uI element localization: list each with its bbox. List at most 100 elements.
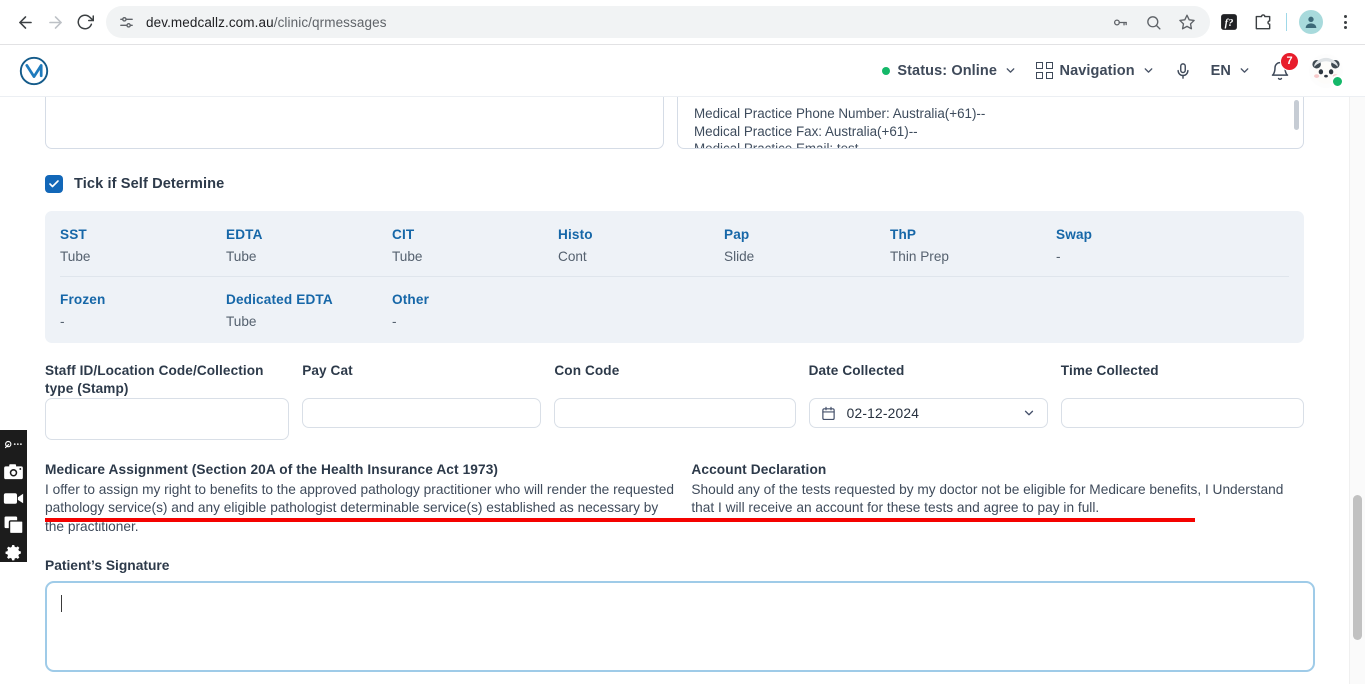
gear-icon[interactable]: [3, 542, 25, 562]
chevron-down-icon: [1238, 64, 1251, 77]
site-settings-icon[interactable]: [118, 14, 135, 31]
chevron-down-icon: [1142, 64, 1155, 77]
medicare-assignment-title: Medicare Assignment (Section 20A of the …: [45, 462, 499, 477]
practice-email-line: Medical Practice Email: test: [693, 141, 859, 149]
zoom-search-icon[interactable]: [1145, 14, 1162, 31]
collection-fields-row: Staff ID/Location Code/Collection type (…: [45, 362, 1304, 440]
page-content: Medical Practice Phone Number: Australia…: [0, 97, 1349, 684]
browser-toolbar: dev.medcallz.com.au/clinic/qrmessages f?: [0, 0, 1365, 45]
specimen-row: SST Tube EDTA Tube CIT Tube Histo Cont P…: [60, 227, 1289, 264]
medicare-assignment-block: Medicare Assignment (Section 20A of the …: [45, 462, 677, 536]
specimen-cell-dedicated-edta: Dedicated EDTA Tube: [226, 292, 392, 329]
time-collected-label: Time Collected: [1060, 363, 1159, 378]
specimen-key: SST: [60, 227, 87, 242]
bookmark-star-icon[interactable]: [1178, 13, 1196, 31]
avatar-online-indicator: [1331, 74, 1344, 88]
notifications-button[interactable]: 7: [1270, 51, 1299, 81]
staff-id-input[interactable]: [45, 398, 290, 440]
specimen-value: -: [392, 314, 397, 329]
browser-reload-button[interactable]: [70, 7, 100, 37]
fn-extension-icon[interactable]: f?: [1218, 11, 1240, 33]
specimen-row: Frozen - Dedicated EDTA Tube Other -: [60, 276, 1289, 329]
chevron-down-icon[interactable]: [1022, 406, 1036, 420]
patient-signature-input[interactable]: [45, 581, 1315, 673]
text-cursor: [61, 595, 62, 613]
time-collected-input[interactable]: [1060, 398, 1304, 428]
grid-apps-icon: [1036, 62, 1053, 79]
browser-back-button[interactable]: [10, 7, 40, 37]
self-determine-label: Tick if Self Determine: [74, 176, 225, 192]
con-code-input[interactable]: [554, 398, 796, 428]
specimen-value: Tube: [392, 249, 423, 264]
toolbar-divider: [1286, 13, 1287, 31]
language-selector[interactable]: EN: [1211, 63, 1251, 79]
panel-scrollbar-thumb[interactable]: [1294, 100, 1299, 130]
specimen-key: Histo: [558, 227, 593, 242]
specimen-cell-histo: Histo Cont: [558, 227, 724, 264]
microphone-icon[interactable]: [1174, 62, 1192, 80]
medcallz-logo-icon[interactable]: [18, 55, 50, 87]
browser-menu-icon[interactable]: [1335, 15, 1355, 29]
practice-fax-line: Medical Practice Fax: Australia(+61)--: [693, 123, 918, 139]
date-collected-input[interactable]: 02-12-2024: [808, 398, 1048, 428]
specimen-key: CIT: [392, 227, 415, 242]
specimen-cell-swap: Swap -: [1056, 227, 1222, 264]
specimen-value: -: [60, 314, 65, 329]
notification-badge: 7: [1280, 51, 1299, 71]
pay-cat-input[interactable]: [302, 398, 542, 428]
screen-capture-toolbar: [0, 430, 27, 562]
medical-practice-details-panel[interactable]: Medical Practice Phone Number: Australia…: [676, 97, 1304, 149]
pay-cat-label: Pay Cat: [302, 363, 353, 378]
camera-icon[interactable]: [3, 461, 25, 481]
staff-id-label: Staff ID/Location Code/Collection type (…: [45, 363, 264, 396]
svg-text:f?: f?: [1225, 18, 1234, 29]
medicare-assignment-body: I offer to assign my right to benefits t…: [45, 482, 674, 534]
specimen-value: Slide: [724, 249, 755, 264]
con-code-label: Con Code: [554, 363, 620, 378]
specimen-key: Dedicated EDTA: [226, 292, 333, 307]
specimen-value: Tube: [60, 249, 91, 264]
browser-address-bar[interactable]: dev.medcallz.com.au/clinic/qrmessages: [106, 6, 1210, 38]
pen-more-icon[interactable]: [3, 434, 25, 454]
specimen-value: -: [1056, 249, 1061, 264]
window-capture-icon[interactable]: [3, 515, 25, 535]
specimen-value: Tube: [226, 249, 257, 264]
specimen-cell-thp: ThP Thin Prep: [890, 227, 1056, 264]
video-camera-icon[interactable]: [3, 488, 25, 508]
language-label: EN: [1210, 62, 1231, 79]
specimen-cell-cit: CIT Tube: [392, 227, 558, 264]
extensions-puzzle-icon[interactable]: [1252, 11, 1274, 33]
patient-signature-label: Patient’s Signature: [45, 558, 170, 574]
user-avatar[interactable]: [1309, 53, 1344, 88]
account-declaration-body: Should any of the tests requested by my …: [691, 482, 1284, 516]
specimen-cell-edta: EDTA Tube: [226, 227, 392, 264]
pay-cat-field: Pay Cat: [302, 362, 542, 428]
date-collected-value: 02-12-2024: [846, 405, 920, 421]
notes-textarea-clipped[interactable]: [45, 97, 664, 149]
app-header: Status: Online Navigation EN 7: [0, 45, 1365, 97]
status-online-dot: [882, 66, 891, 75]
status-label: Status: Online: [897, 62, 998, 79]
page-scrollbar[interactable]: [1349, 97, 1365, 684]
browser-profile-avatar[interactable]: [1299, 10, 1323, 34]
specimen-key: Other: [392, 292, 430, 307]
practice-phone-line: Medical Practice Phone Number: Australia…: [693, 106, 986, 121]
specimen-cell-sst: SST Tube: [60, 227, 226, 264]
account-declaration-title: Account Declaration: [691, 462, 827, 477]
account-declaration-block: Account Declaration Should any of the te…: [691, 462, 1304, 536]
status-selector[interactable]: Status: Online: [882, 63, 1017, 79]
self-determine-row[interactable]: Tick if Self Determine: [45, 175, 1304, 193]
password-key-icon[interactable]: [1112, 14, 1129, 31]
address-bar-url: dev.medcallz.com.au/clinic/qrmessages: [146, 14, 387, 30]
calendar-icon: [821, 406, 836, 421]
chevron-down-icon: [1004, 64, 1017, 77]
con-code-field: Con Code: [554, 362, 796, 428]
date-collected-label: Date Collected: [808, 363, 905, 378]
self-determine-checkbox[interactable]: [45, 175, 63, 193]
specimen-key: EDTA: [226, 227, 263, 242]
date-collected-field: Date Collected 02-12-2024: [808, 362, 1048, 428]
browser-forward-button[interactable]: [40, 7, 70, 37]
navigation-menu[interactable]: Navigation: [1036, 62, 1155, 79]
page-scrollbar-thumb[interactable]: [1353, 495, 1362, 640]
navigation-label: Navigation: [1059, 62, 1135, 79]
